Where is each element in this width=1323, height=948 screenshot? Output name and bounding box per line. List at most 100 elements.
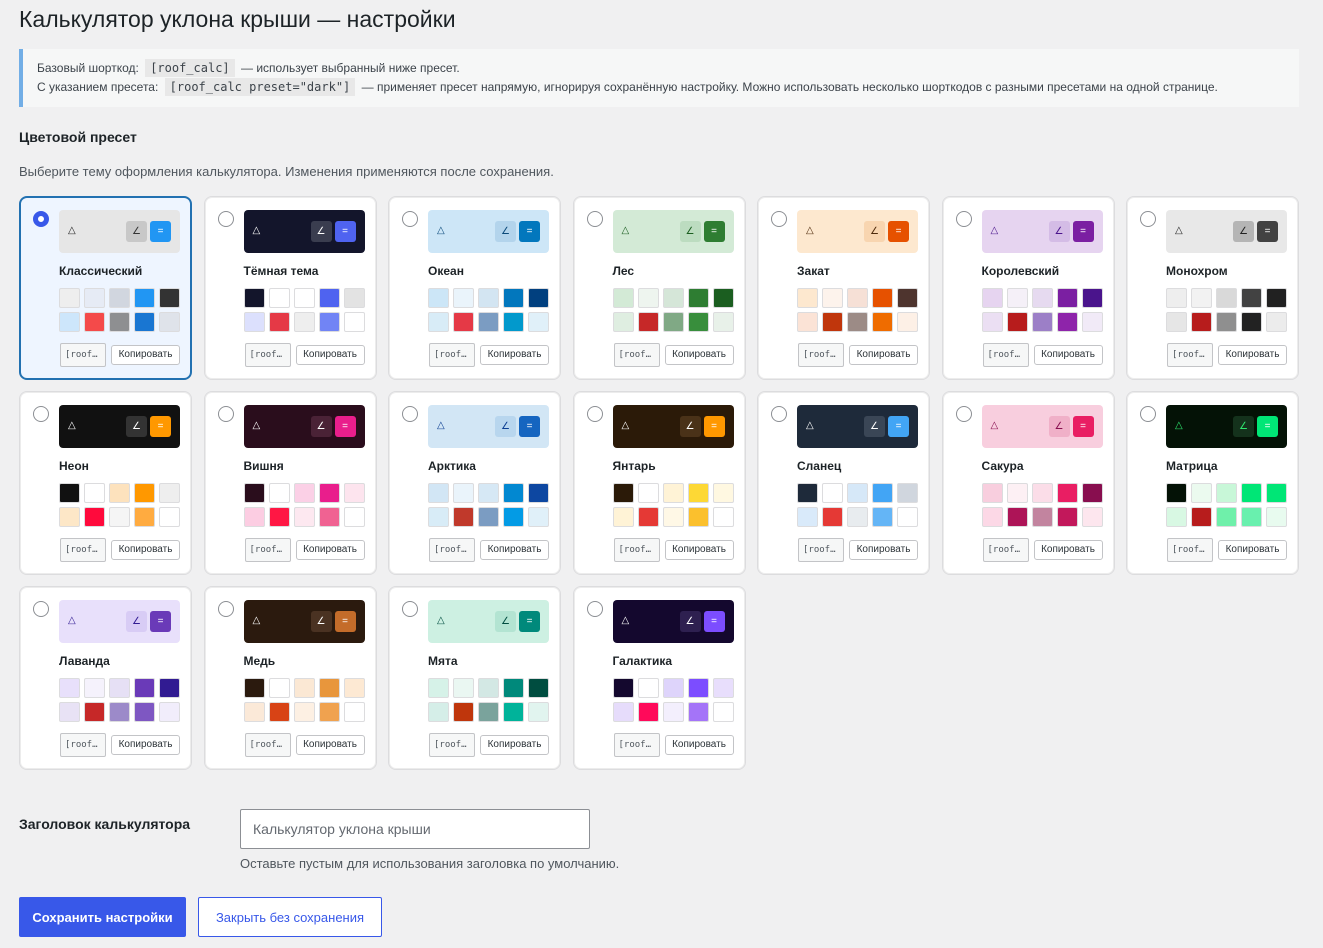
preset-shortcode-field[interactable]: [roof… — [244, 343, 291, 367]
preset-radio[interactable] — [955, 211, 972, 227]
preset-radio[interactable] — [586, 601, 603, 617]
preset-shortcode-field[interactable]: [roof… — [60, 733, 106, 757]
preset-radio[interactable] — [586, 211, 603, 227]
preset-card[interactable]: △ ∠ = Медь [roof… Копировать — [203, 586, 377, 770]
preset-card[interactable]: △ ∠ = Неон [roof… Копировать — [19, 391, 192, 575]
copy-shortcode-button[interactable]: Копировать — [1218, 540, 1287, 560]
color-swatch — [1266, 483, 1287, 503]
angle-icon: ∠ — [310, 416, 332, 437]
preset-radio[interactable] — [217, 211, 234, 227]
preset-radio[interactable] — [402, 406, 418, 422]
preset-radio[interactable] — [33, 211, 49, 227]
color-swatch — [503, 288, 524, 308]
close-without-saving-button[interactable]: Закрыть без сохранения — [198, 897, 382, 937]
copy-shortcode-button[interactable]: Копировать — [664, 735, 734, 755]
preset-radio[interactable] — [586, 406, 603, 422]
triangle-icon: △ — [68, 420, 76, 431]
preset-name: Сакура — [981, 459, 1024, 473]
notice-label-basic: Базовый шорткод: — [37, 61, 139, 75]
triangle-icon: △ — [252, 225, 261, 236]
preset-shortcode-field[interactable]: [roof… — [429, 343, 475, 367]
preset-radio[interactable] — [217, 406, 234, 422]
preset-card[interactable]: △ ∠ = Сланец [roof… Копировать — [757, 391, 930, 575]
preset-card[interactable]: △ ∠ = Океан [roof… Копировать — [388, 196, 561, 380]
preset-shortcode-field[interactable]: [roof… — [1167, 538, 1213, 562]
copy-shortcode-button[interactable]: Копировать — [295, 540, 365, 560]
preset-shortcode-field[interactable]: [roof… — [798, 343, 844, 367]
color-swatch — [109, 702, 130, 722]
color-swatch — [109, 507, 130, 527]
copy-shortcode-button[interactable]: Копировать — [295, 735, 365, 755]
color-swatch — [293, 288, 315, 308]
preset-card[interactable]: △ ∠ = Янтарь [roof… Копировать — [572, 391, 746, 575]
triangle-icon: △ — [990, 225, 999, 236]
preset-shortcode-field[interactable]: [roof… — [429, 538, 475, 562]
copy-shortcode-button[interactable]: Копировать — [664, 345, 734, 365]
copy-shortcode-button[interactable]: Копировать — [480, 540, 549, 560]
copy-shortcode-button[interactable]: Копировать — [480, 345, 549, 365]
color-swatch — [797, 507, 818, 527]
preset-radio[interactable] — [33, 601, 49, 617]
preset-radio[interactable] — [771, 406, 787, 422]
preset-shortcode-field[interactable]: [roof… — [613, 538, 660, 562]
preset-radio[interactable] — [217, 601, 234, 617]
preset-radio[interactable] — [402, 601, 418, 617]
preset-card[interactable]: △ ∠ = Лес [roof… Копировать — [572, 196, 746, 380]
preset-shortcode-field[interactable]: [roof… — [60, 343, 106, 367]
preset-shortcode-field[interactable]: [roof… — [613, 733, 660, 757]
copy-shortcode-button[interactable]: Копировать — [295, 345, 365, 365]
preset-card[interactable]: △ ∠ = Арктика [roof… Копировать — [388, 391, 561, 575]
preset-card[interactable]: △ ∠ = Вишня [roof… Копировать — [203, 391, 377, 575]
preset-card[interactable]: △ ∠ = Королевский [roof… Копировать — [941, 196, 1115, 380]
color-swatch — [343, 483, 365, 503]
calculator-title-input[interactable] — [240, 809, 590, 849]
preset-card[interactable]: △ ∠ = Мята [roof… Копировать — [388, 586, 561, 770]
preset-radio[interactable] — [1140, 211, 1156, 227]
preset-radio[interactable] — [402, 211, 418, 227]
color-swatch — [1166, 312, 1187, 332]
color-swatch — [612, 483, 634, 503]
preset-radio[interactable] — [33, 406, 49, 422]
preset-shortcode-field[interactable]: [roof… — [1167, 343, 1213, 367]
preset-swatches — [612, 288, 734, 332]
preset-shortcode-field[interactable]: [roof… — [982, 343, 1029, 367]
color-swatch — [1216, 288, 1237, 308]
preset-card[interactable]: △ ∠ = Сакура [roof… Копировать — [941, 391, 1115, 575]
color-swatch — [503, 312, 524, 332]
copy-shortcode-button[interactable]: Копировать — [111, 540, 180, 560]
preset-shortcode-field[interactable]: [roof… — [244, 538, 291, 562]
color-swatch — [134, 678, 155, 698]
preset-card[interactable]: △ ∠ = Тёмная тема [roof… Копировать — [203, 196, 377, 380]
preset-radio[interactable] — [771, 211, 787, 227]
preset-card[interactable]: △ ∠ = Классический [roof… Копировать — [19, 196, 192, 380]
preset-shortcode-field[interactable]: [roof… — [60, 538, 106, 562]
color-swatch — [981, 507, 1003, 527]
copy-shortcode-button[interactable]: Копировать — [849, 345, 918, 365]
save-settings-button[interactable]: Сохранить настройки — [19, 897, 186, 937]
preset-card[interactable]: △ ∠ = Закат [roof… Копировать — [757, 196, 930, 380]
copy-shortcode-button[interactable]: Копировать — [1033, 345, 1103, 365]
preset-shortcode-field[interactable]: [roof… — [982, 538, 1029, 562]
copy-shortcode-button[interactable]: Копировать — [849, 540, 918, 560]
preset-shortcode-field[interactable]: [roof… — [244, 733, 291, 757]
preset-shortcode-field[interactable]: [roof… — [429, 733, 475, 757]
preset-name: Сланец — [797, 459, 842, 473]
preset-card[interactable]: △ ∠ = Галактика [roof… Копировать — [572, 586, 746, 770]
triangle-icon: △ — [68, 225, 76, 236]
copy-shortcode-button[interactable]: Копировать — [111, 345, 180, 365]
copy-shortcode-button[interactable]: Копировать — [1218, 345, 1287, 365]
preset-card[interactable]: △ ∠ = Лаванда [roof… Копировать — [19, 586, 192, 770]
preset-radio[interactable] — [955, 406, 972, 422]
equals-icon: = — [519, 611, 540, 632]
preset-card[interactable]: △ ∠ = Матрица [roof… Копировать — [1126, 391, 1299, 575]
preset-shortcode-field[interactable]: [roof… — [798, 538, 844, 562]
copy-shortcode-button[interactable]: Копировать — [664, 540, 734, 560]
copy-shortcode-button[interactable]: Копировать — [1033, 540, 1103, 560]
color-swatch — [662, 288, 684, 308]
preset-shortcode-field[interactable]: [roof… — [613, 343, 660, 367]
preset-radio[interactable] — [1140, 406, 1156, 422]
copy-shortcode-button[interactable]: Копировать — [111, 735, 180, 755]
preset-card[interactable]: △ ∠ = Монохром [roof… Копировать — [1126, 196, 1299, 380]
copy-shortcode-button[interactable]: Копировать — [480, 735, 549, 755]
color-swatch — [1191, 312, 1212, 332]
